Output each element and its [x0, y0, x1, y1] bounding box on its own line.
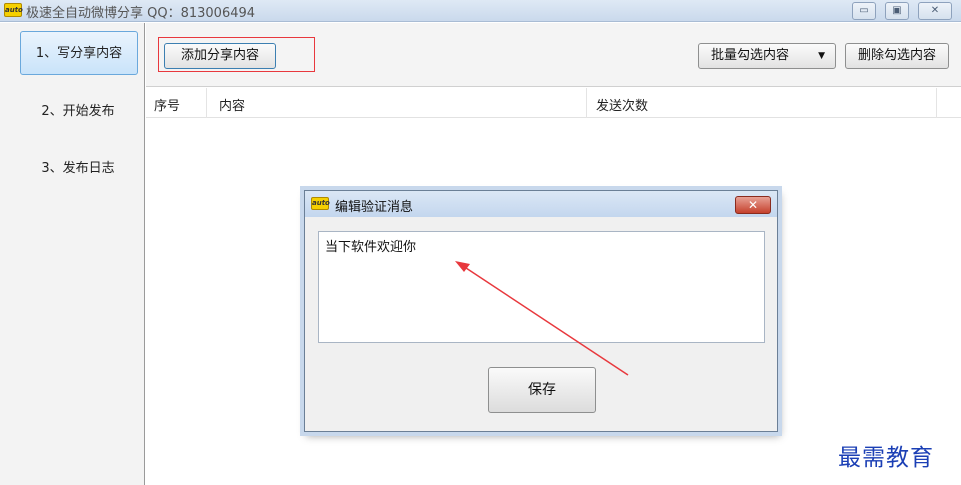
batch-select-label: 批量勾选内容: [711, 48, 790, 63]
dialog-app-icon: auto: [311, 197, 330, 210]
column-divider[interactable]: [936, 88, 937, 118]
column-header-seq[interactable]: 序号: [154, 95, 180, 114]
close-button[interactable]: ✕: [918, 2, 952, 20]
watermark: 最需教育: [838, 445, 934, 471]
column-divider[interactable]: [206, 88, 207, 118]
toolbar: 添加分享内容 批量勾选内容 ▼ 删除勾选内容: [146, 23, 961, 87]
column-divider[interactable]: [586, 88, 587, 118]
sidebar-item-start-publish[interactable]: 2、开始发布: [16, 90, 140, 134]
app-icon: auto: [4, 3, 23, 17]
message-textarea[interactable]: 当下软件欢迎你: [318, 231, 765, 343]
save-button[interactable]: 保存: [488, 367, 596, 413]
title-bar: auto 极速全自动微博分享 QQ：813006494 ▭ ▣ ✕: [0, 0, 961, 22]
delete-selected-button[interactable]: 删除勾选内容: [845, 43, 949, 69]
dialog-title-bar: auto 编辑验证消息 ✕: [305, 191, 777, 217]
dropdown-arrow-icon: ▼: [818, 51, 825, 61]
column-header-content[interactable]: 内容: [219, 95, 245, 114]
sidebar: 1、写分享内容 2、开始发布 3、发布日志: [0, 23, 145, 485]
window-title: 极速全自动微博分享 QQ：813006494: [26, 6, 256, 21]
table-header: 序号 内容 发送次数: [146, 88, 961, 118]
column-header-send-count[interactable]: 发送次数: [596, 95, 648, 114]
dialog-title: 编辑验证消息: [335, 200, 414, 215]
sidebar-item-write-content[interactable]: 1、写分享内容: [20, 31, 138, 75]
edit-message-dialog: auto 编辑验证消息 ✕ 当下软件欢迎你 保存: [304, 190, 778, 432]
batch-select-dropdown[interactable]: 批量勾选内容 ▼: [698, 43, 836, 69]
maximize-button[interactable]: ▣: [885, 2, 909, 20]
sidebar-item-publish-log[interactable]: 3、发布日志: [16, 147, 140, 191]
add-content-button[interactable]: 添加分享内容: [164, 43, 276, 69]
dialog-close-button[interactable]: ✕: [735, 196, 771, 214]
minimize-button[interactable]: ▭: [852, 2, 876, 20]
